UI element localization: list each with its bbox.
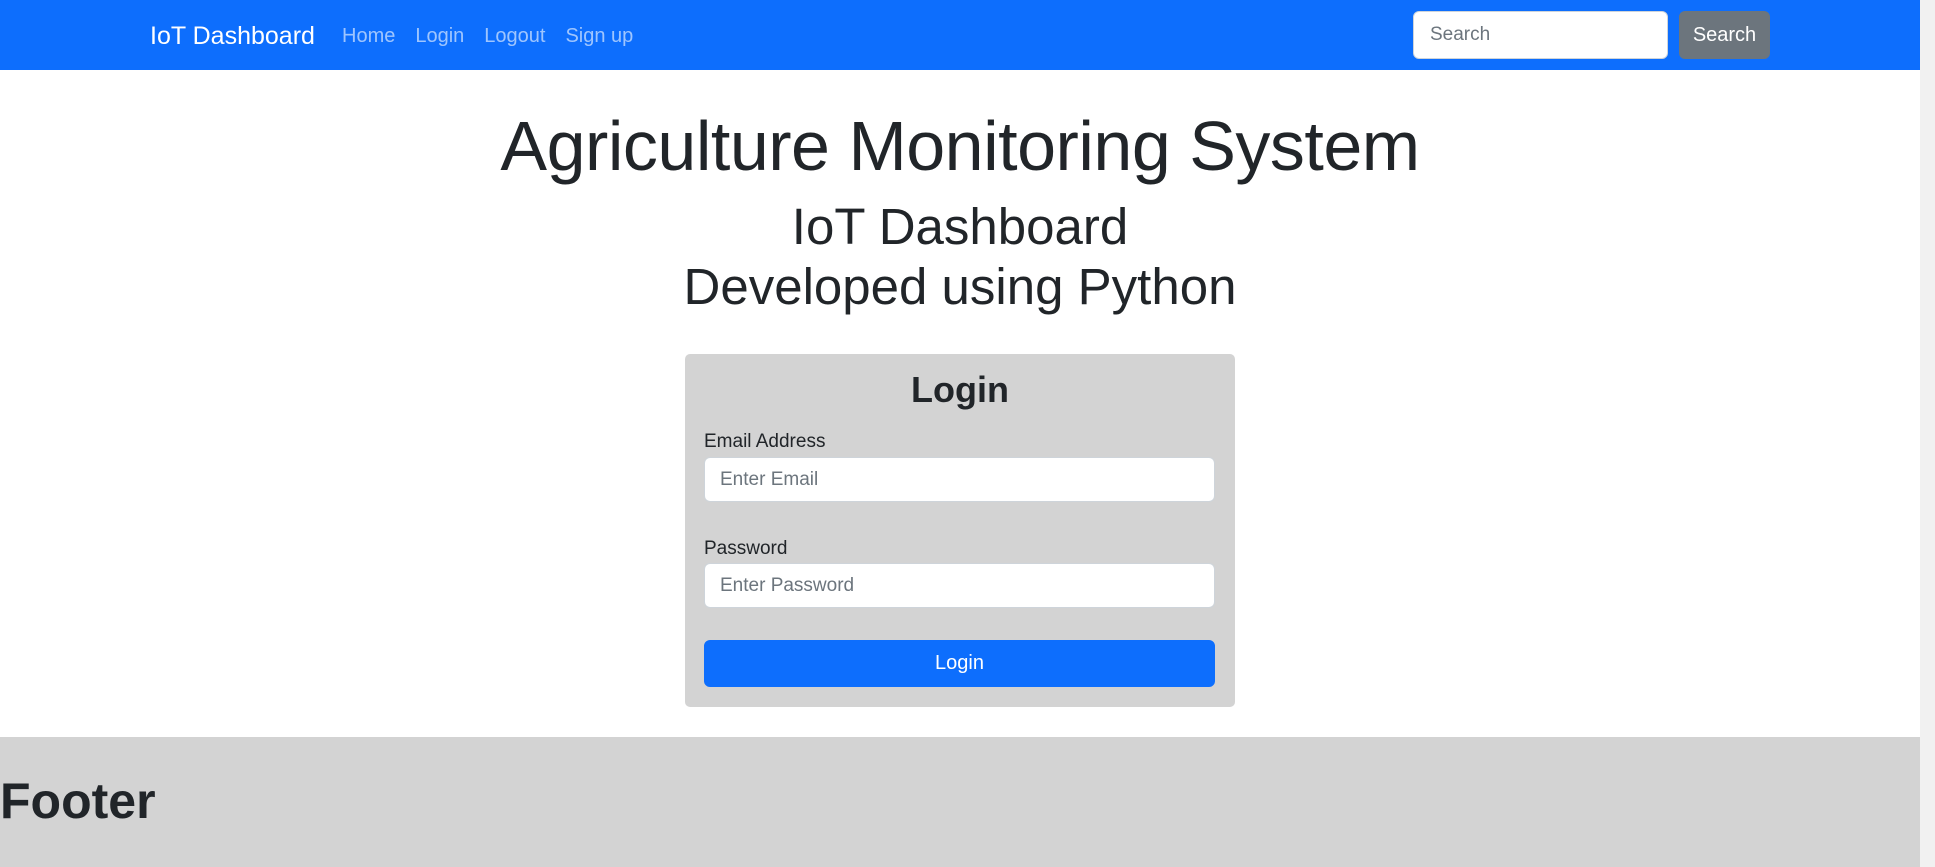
nav-link-login[interactable]: Login (415, 22, 464, 50)
top-navbar: IoT Dashboard Home Login Logout Sign up … (0, 0, 1920, 70)
nav-link-home[interactable]: Home (342, 22, 395, 50)
brand-link[interactable]: IoT Dashboard (150, 20, 315, 52)
login-form: Login Email Address Password Login (685, 354, 1235, 707)
nav-link-signup[interactable]: Sign up (565, 22, 633, 50)
page-tagline: Developed using Python (683, 258, 1237, 315)
login-button[interactable]: Login (704, 640, 1215, 687)
password-label: Password (704, 538, 788, 559)
email-field[interactable] (704, 457, 1215, 502)
search-input[interactable] (1413, 11, 1668, 59)
page-footer: Footer (0, 737, 1920, 867)
search-button[interactable]: Search (1679, 11, 1770, 59)
page-title: Agriculture Monitoring System (500, 107, 1420, 185)
login-heading: Login (911, 369, 1009, 410)
password-field[interactable] (704, 563, 1215, 608)
email-label: Email Address (704, 431, 826, 452)
page-subtitle: IoT Dashboard (791, 198, 1129, 255)
nav-link-logout[interactable]: Logout (484, 22, 545, 50)
nav-links: Home Login Logout Sign up (342, 22, 633, 50)
footer-heading: Footer (0, 773, 156, 829)
page-scrollbar[interactable] (1920, 0, 1935, 867)
